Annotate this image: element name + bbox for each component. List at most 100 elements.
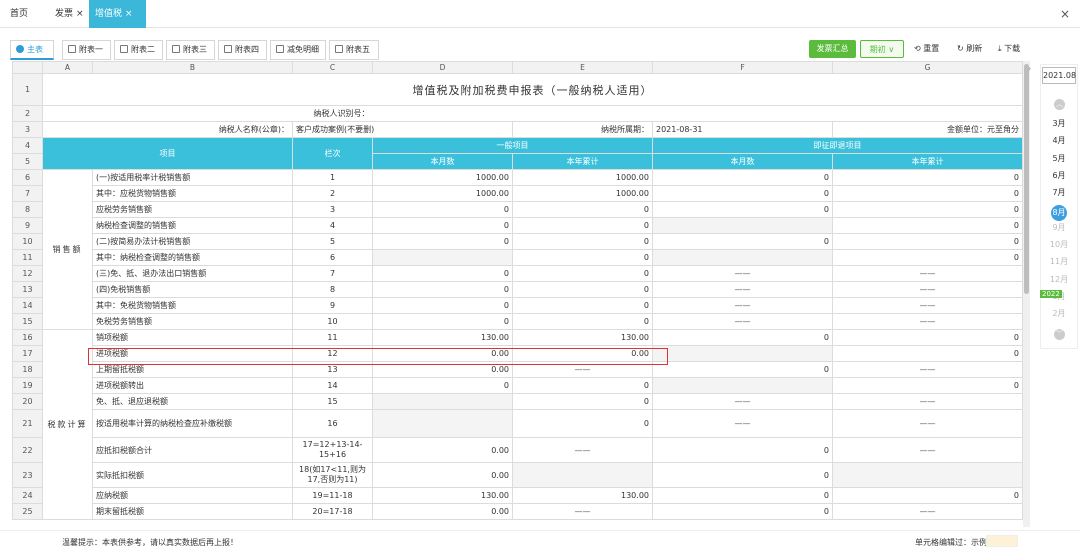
value-cell[interactable]: 0 [652, 201, 833, 218]
value-cell[interactable]: 0 [652, 487, 833, 504]
value-cell[interactable]: 0 [652, 361, 833, 378]
value-cell[interactable]: 0 [512, 217, 653, 234]
scroll-down-icon[interactable]: ﹀ [1054, 329, 1065, 340]
value-cell[interactable]: 1000.00 [512, 169, 653, 186]
tab-schedule-1[interactable]: 附表一 [62, 40, 111, 60]
column-header[interactable]: B [92, 61, 293, 74]
tab-main-sheet[interactable]: 主表 [10, 40, 54, 60]
value-cell[interactable]: 0 [512, 377, 653, 394]
month-item[interactable]: 5月 [1040, 153, 1078, 164]
download-button[interactable]: ⤓ 下载 [998, 40, 1020, 58]
tab-reduction-detail[interactable]: 减免明细 [270, 40, 326, 60]
value-cell[interactable]: 130.00 [512, 487, 653, 504]
scrollbar-thumb[interactable] [1024, 64, 1029, 294]
tab-vat[interactable]: 增值税 × [89, 0, 146, 28]
value-cell[interactable]: 0 [652, 233, 833, 250]
value-cell[interactable]: 0 [512, 281, 653, 298]
value-cell[interactable]: 0 [512, 233, 653, 250]
value-cell[interactable]: 0 [372, 265, 513, 282]
value-cell[interactable]: 0.00 [372, 361, 513, 378]
value-cell[interactable] [512, 462, 653, 488]
collapse-arrow-icon[interactable]: › [1028, 64, 1031, 73]
value-cell[interactable]: 0 [652, 437, 833, 463]
month-item[interactable]: 10月 [1040, 239, 1078, 250]
value-cell[interactable]: 0 [652, 503, 833, 520]
value-cell[interactable] [652, 217, 833, 234]
column-header[interactable]: D [372, 61, 513, 74]
month-item[interactable]: 3月 [1040, 118, 1078, 129]
column-header[interactable]: F [652, 61, 833, 74]
value-cell[interactable]: 0 [512, 393, 653, 410]
value-cell[interactable]: 0 [372, 281, 513, 298]
value-cell[interactable]: 0 [652, 185, 833, 202]
value-cell[interactable]: 0 [832, 185, 1023, 202]
value-cell[interactable]: 0 [512, 297, 653, 314]
month-item[interactable]: 2月 [1040, 308, 1078, 319]
invoice-summary-button[interactable]: 发票汇总 [809, 40, 856, 58]
value-cell[interactable]: 0.00 [372, 345, 513, 362]
value-cell[interactable]: 0 [832, 233, 1023, 250]
value-cell[interactable]: 0 [372, 313, 513, 330]
tab-schedule-3[interactable]: 附表三 [166, 40, 215, 60]
period-dropdown[interactable]: 期初 ∨ [860, 40, 904, 58]
month-item[interactable]: 4月 [1040, 135, 1078, 146]
value-cell[interactable]: 1000.00 [372, 169, 513, 186]
column-header[interactable]: A [42, 61, 93, 74]
value-cell[interactable]: 0 [832, 249, 1023, 266]
value-cell[interactable]: 0.00 [372, 437, 513, 463]
value-cell[interactable]: 0 [512, 265, 653, 282]
value-cell[interactable]: 0 [832, 329, 1023, 346]
value-cell[interactable]: 0 [652, 462, 833, 488]
value-cell[interactable]: 0.00 [372, 462, 513, 488]
value-cell[interactable]: 0 [372, 217, 513, 234]
value-cell[interactable]: 0 [372, 377, 513, 394]
window-close-icon[interactable]: × [1060, 0, 1070, 28]
month-item[interactable]: 9月 [1040, 222, 1078, 233]
value-cell[interactable] [652, 377, 833, 394]
value-cell[interactable]: 0 [372, 201, 513, 218]
value-cell[interactable] [832, 462, 1023, 488]
value-cell[interactable]: 0 [832, 345, 1023, 362]
value-cell[interactable]: 0 [832, 169, 1023, 186]
tab-home[interactable]: 首页 [4, 0, 34, 28]
value-cell[interactable]: 0 [512, 409, 653, 438]
month-item[interactable]: 7月 [1040, 187, 1078, 198]
month-item[interactable]: 11月 [1040, 256, 1078, 267]
tab-invoice[interactable]: 发票 × [49, 0, 90, 28]
value-cell[interactable] [372, 249, 513, 266]
value-cell[interactable]: 0 [652, 329, 833, 346]
value-cell[interactable]: 130.00 [512, 329, 653, 346]
value-cell[interactable]: 1000.00 [372, 185, 513, 202]
value-cell[interactable] [652, 345, 833, 362]
value-cell[interactable] [372, 409, 513, 438]
scroll-up-icon[interactable]: ︿ [1054, 99, 1065, 110]
column-header[interactable]: C [292, 61, 373, 74]
value-cell[interactable]: 0 [372, 297, 513, 314]
value-cell[interactable]: 0.00 [512, 345, 653, 362]
month-item[interactable]: 6月 [1040, 170, 1078, 181]
refresh-button[interactable]: ↻ 刷新 [957, 40, 982, 58]
month-item[interactable]: 12月 [1040, 274, 1078, 285]
value-cell[interactable] [372, 393, 513, 410]
reset-button[interactable]: ⟲ 重置 [914, 40, 939, 58]
tab-schedule-4[interactable]: 附表四 [218, 40, 267, 60]
year-month-field[interactable]: 2021.08 [1042, 67, 1076, 84]
value-cell[interactable]: 0 [372, 233, 513, 250]
value-cell[interactable]: 0 [832, 201, 1023, 218]
taxpayer-id-value[interactable] [372, 105, 1023, 122]
column-header[interactable]: E [512, 61, 653, 74]
month-item[interactable]: 8月 [1040, 204, 1078, 221]
tab-schedule-2[interactable]: 附表二 [114, 40, 163, 60]
value-cell[interactable]: 0 [832, 377, 1023, 394]
value-cell[interactable]: 0 [832, 217, 1023, 234]
column-header[interactable]: G [832, 61, 1023, 74]
value-cell[interactable]: 0 [512, 249, 653, 266]
value-cell[interactable]: 0 [652, 169, 833, 186]
value-cell[interactable] [652, 249, 833, 266]
value-cell[interactable]: 130.00 [372, 487, 513, 504]
tab-schedule-5[interactable]: 附表五 [329, 40, 379, 60]
close-icon[interactable]: × [125, 9, 133, 19]
value-cell[interactable]: 0 [512, 201, 653, 218]
value-cell[interactable]: 0 [512, 313, 653, 330]
value-cell[interactable]: 0 [832, 487, 1023, 504]
